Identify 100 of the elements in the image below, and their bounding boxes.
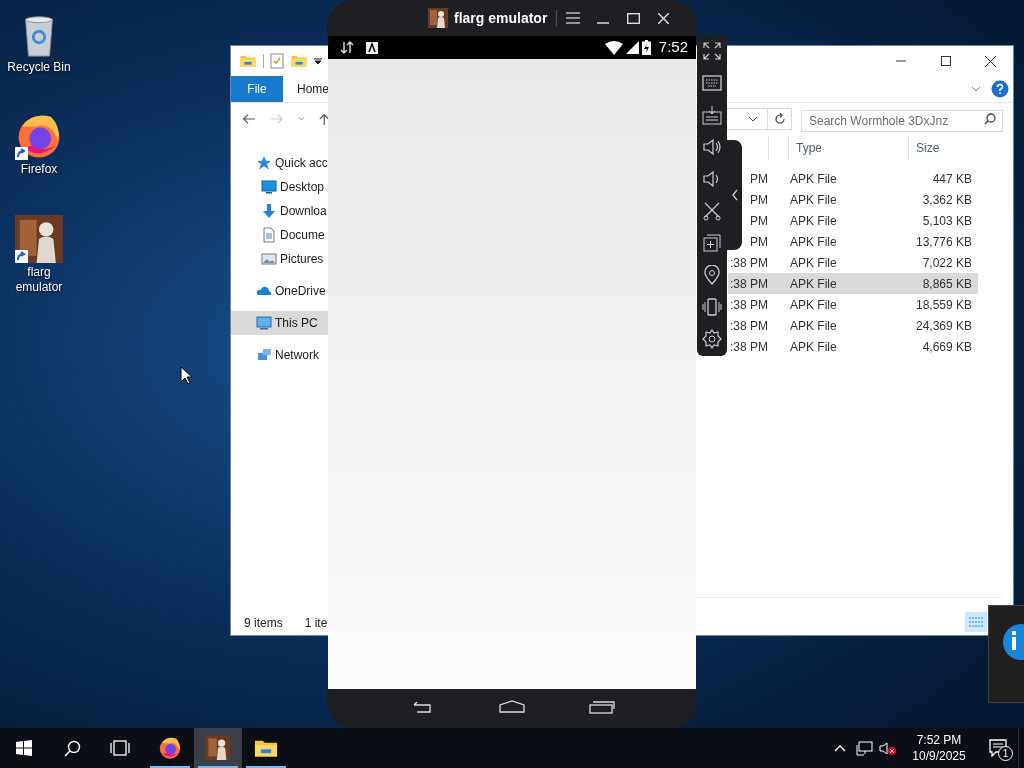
forward-arrow-icon	[269, 111, 284, 126]
document-icon	[261, 227, 277, 243]
size-cell-text: 13,776 KB	[914, 233, 972, 251]
nav-item[interactable]: This PC	[231, 311, 329, 335]
firefox-icon	[158, 736, 182, 760]
type-cell-text: APK File	[789, 254, 838, 272]
message-icon	[989, 739, 1007, 757]
column-header[interactable]: Type	[788, 136, 908, 160]
size-cell-text: 8,865 KB	[921, 275, 972, 293]
info-icon	[1003, 624, 1024, 660]
type-cell-text: APK File	[789, 212, 838, 230]
status-clock: 7:52	[658, 37, 688, 58]
task-view-icon	[110, 740, 130, 756]
type-cell-text: APK File	[789, 338, 838, 356]
nav-item[interactable]: Network	[231, 343, 329, 367]
size-cell-text: 18,559 KB	[914, 296, 972, 314]
network-icon	[256, 347, 272, 363]
file-row[interactable]: :38 PM APK File 18,559 KB	[728, 294, 978, 315]
add-window-icon[interactable]	[702, 233, 722, 253]
file-row[interactable]: :38 PM APK File 4,669 KB	[728, 336, 978, 357]
chevron-left-icon	[731, 189, 738, 201]
vibrate-icon[interactable]	[702, 297, 722, 317]
type-cell-text: APK File	[789, 233, 838, 251]
date-cell-text: PM	[750, 191, 768, 209]
chevron-down-icon	[297, 115, 305, 122]
nav-item[interactable]: Downloa	[231, 199, 329, 223]
date-cell-text: PM	[750, 212, 768, 230]
fullscreen-icon[interactable]	[702, 41, 722, 61]
date-cell-text: :38 PM	[730, 275, 768, 293]
date-cell-text: :38 PM	[730, 254, 768, 272]
nav-item[interactable]: OneDrive	[231, 279, 329, 303]
clock[interactable]: 7:52 PM 10/9/2025	[900, 732, 978, 764]
file-row[interactable]: :38 PM APK File 7,022 KB	[728, 252, 978, 273]
shortcut-arrow-icon	[15, 250, 28, 263]
size-cell-text: 7,022 KB	[921, 254, 972, 272]
pc-icon	[256, 315, 272, 331]
date-cell-text: :38 PM	[730, 338, 768, 356]
settings-icon[interactable]	[702, 329, 722, 349]
keyboard-icon[interactable]	[702, 73, 722, 93]
pictures-icon	[261, 251, 277, 267]
windows-icon	[16, 740, 32, 756]
nav-item[interactable]: Desktop	[231, 175, 329, 199]
file-row[interactable]: :38 PM APK File 8,865 KB	[728, 273, 978, 294]
ribbon-tab[interactable]: File	[231, 76, 283, 102]
size-cell-text: 24,369 KB	[914, 317, 972, 335]
refresh-icon	[773, 112, 786, 125]
back-arrow-icon	[242, 111, 256, 126]
chevron-up-icon	[834, 744, 846, 752]
data-transfer-icon	[340, 41, 354, 54]
location-pin-icon[interactable]	[702, 265, 722, 285]
apk-install-icon[interactable]	[702, 105, 722, 125]
nav-item[interactable]: Pictures	[231, 247, 329, 271]
recents-icon	[589, 700, 615, 714]
ribbon-tab[interactable]: Home	[283, 76, 329, 102]
nav-item[interactable]: Docume	[231, 223, 329, 247]
type-cell-text: APK File	[789, 191, 838, 209]
desktop-icon	[261, 179, 277, 195]
chevron-down-icon	[748, 115, 758, 122]
mouse-pointer-icon	[180, 366, 192, 385]
column-header[interactable]: Size	[908, 136, 988, 160]
scissors-icon[interactable]	[702, 201, 722, 221]
home-icon	[499, 700, 525, 714]
app-icon	[206, 736, 230, 760]
status-text: 9 items	[244, 615, 283, 632]
date-cell-text: :38 PM	[730, 296, 768, 314]
search-icon	[63, 739, 81, 757]
status-text: 1 ite	[304, 615, 328, 632]
desktop-icon-label[interactable]: Recycle Bin	[7, 60, 71, 75]
download-icon	[261, 203, 277, 219]
notification-icon	[366, 41, 378, 54]
close-icon	[657, 12, 669, 24]
size-cell-text: 3,362 KB	[921, 191, 972, 209]
date-cell-text: PM	[750, 170, 768, 188]
menu-icon	[566, 12, 581, 24]
volume-up-icon[interactable]	[702, 137, 722, 157]
notification-badge: 1	[998, 746, 1013, 761]
search-icon	[984, 112, 996, 125]
network-icon	[855, 740, 873, 756]
desktop-icon-label[interactable]: Firefox	[7, 162, 71, 177]
help-icon	[991, 80, 1009, 98]
star-icon	[256, 155, 272, 171]
file-row[interactable]: :38 PM APK File 24,369 KB	[728, 315, 978, 336]
shortcut-arrow-icon	[15, 147, 28, 160]
minimize-icon	[597, 22, 610, 24]
action-center-button[interactable]: 1	[978, 728, 1018, 768]
desktop-icon-label[interactable]: flarg emulator	[7, 265, 71, 295]
size-cell-text: 447 KB	[931, 170, 972, 188]
maximize-icon	[626, 12, 640, 24]
battery-charging-icon	[641, 40, 651, 55]
size-cell-text: 5,103 KB	[921, 212, 972, 230]
search-field[interactable]: Search Wormhole 3DxJnz	[801, 109, 1003, 132]
close-icon	[985, 55, 996, 67]
taskbar-button[interactable]	[194, 728, 242, 768]
toolbar-flyout-menu[interactable]	[727, 140, 742, 250]
dropdown-icon	[314, 57, 322, 65]
up-arrow-icon	[318, 111, 329, 126]
wifi-icon	[604, 40, 623, 55]
date-cell-text: PM	[750, 233, 768, 251]
nav-item[interactable]: Quick acc	[231, 151, 329, 175]
maximize-icon	[940, 56, 951, 66]
